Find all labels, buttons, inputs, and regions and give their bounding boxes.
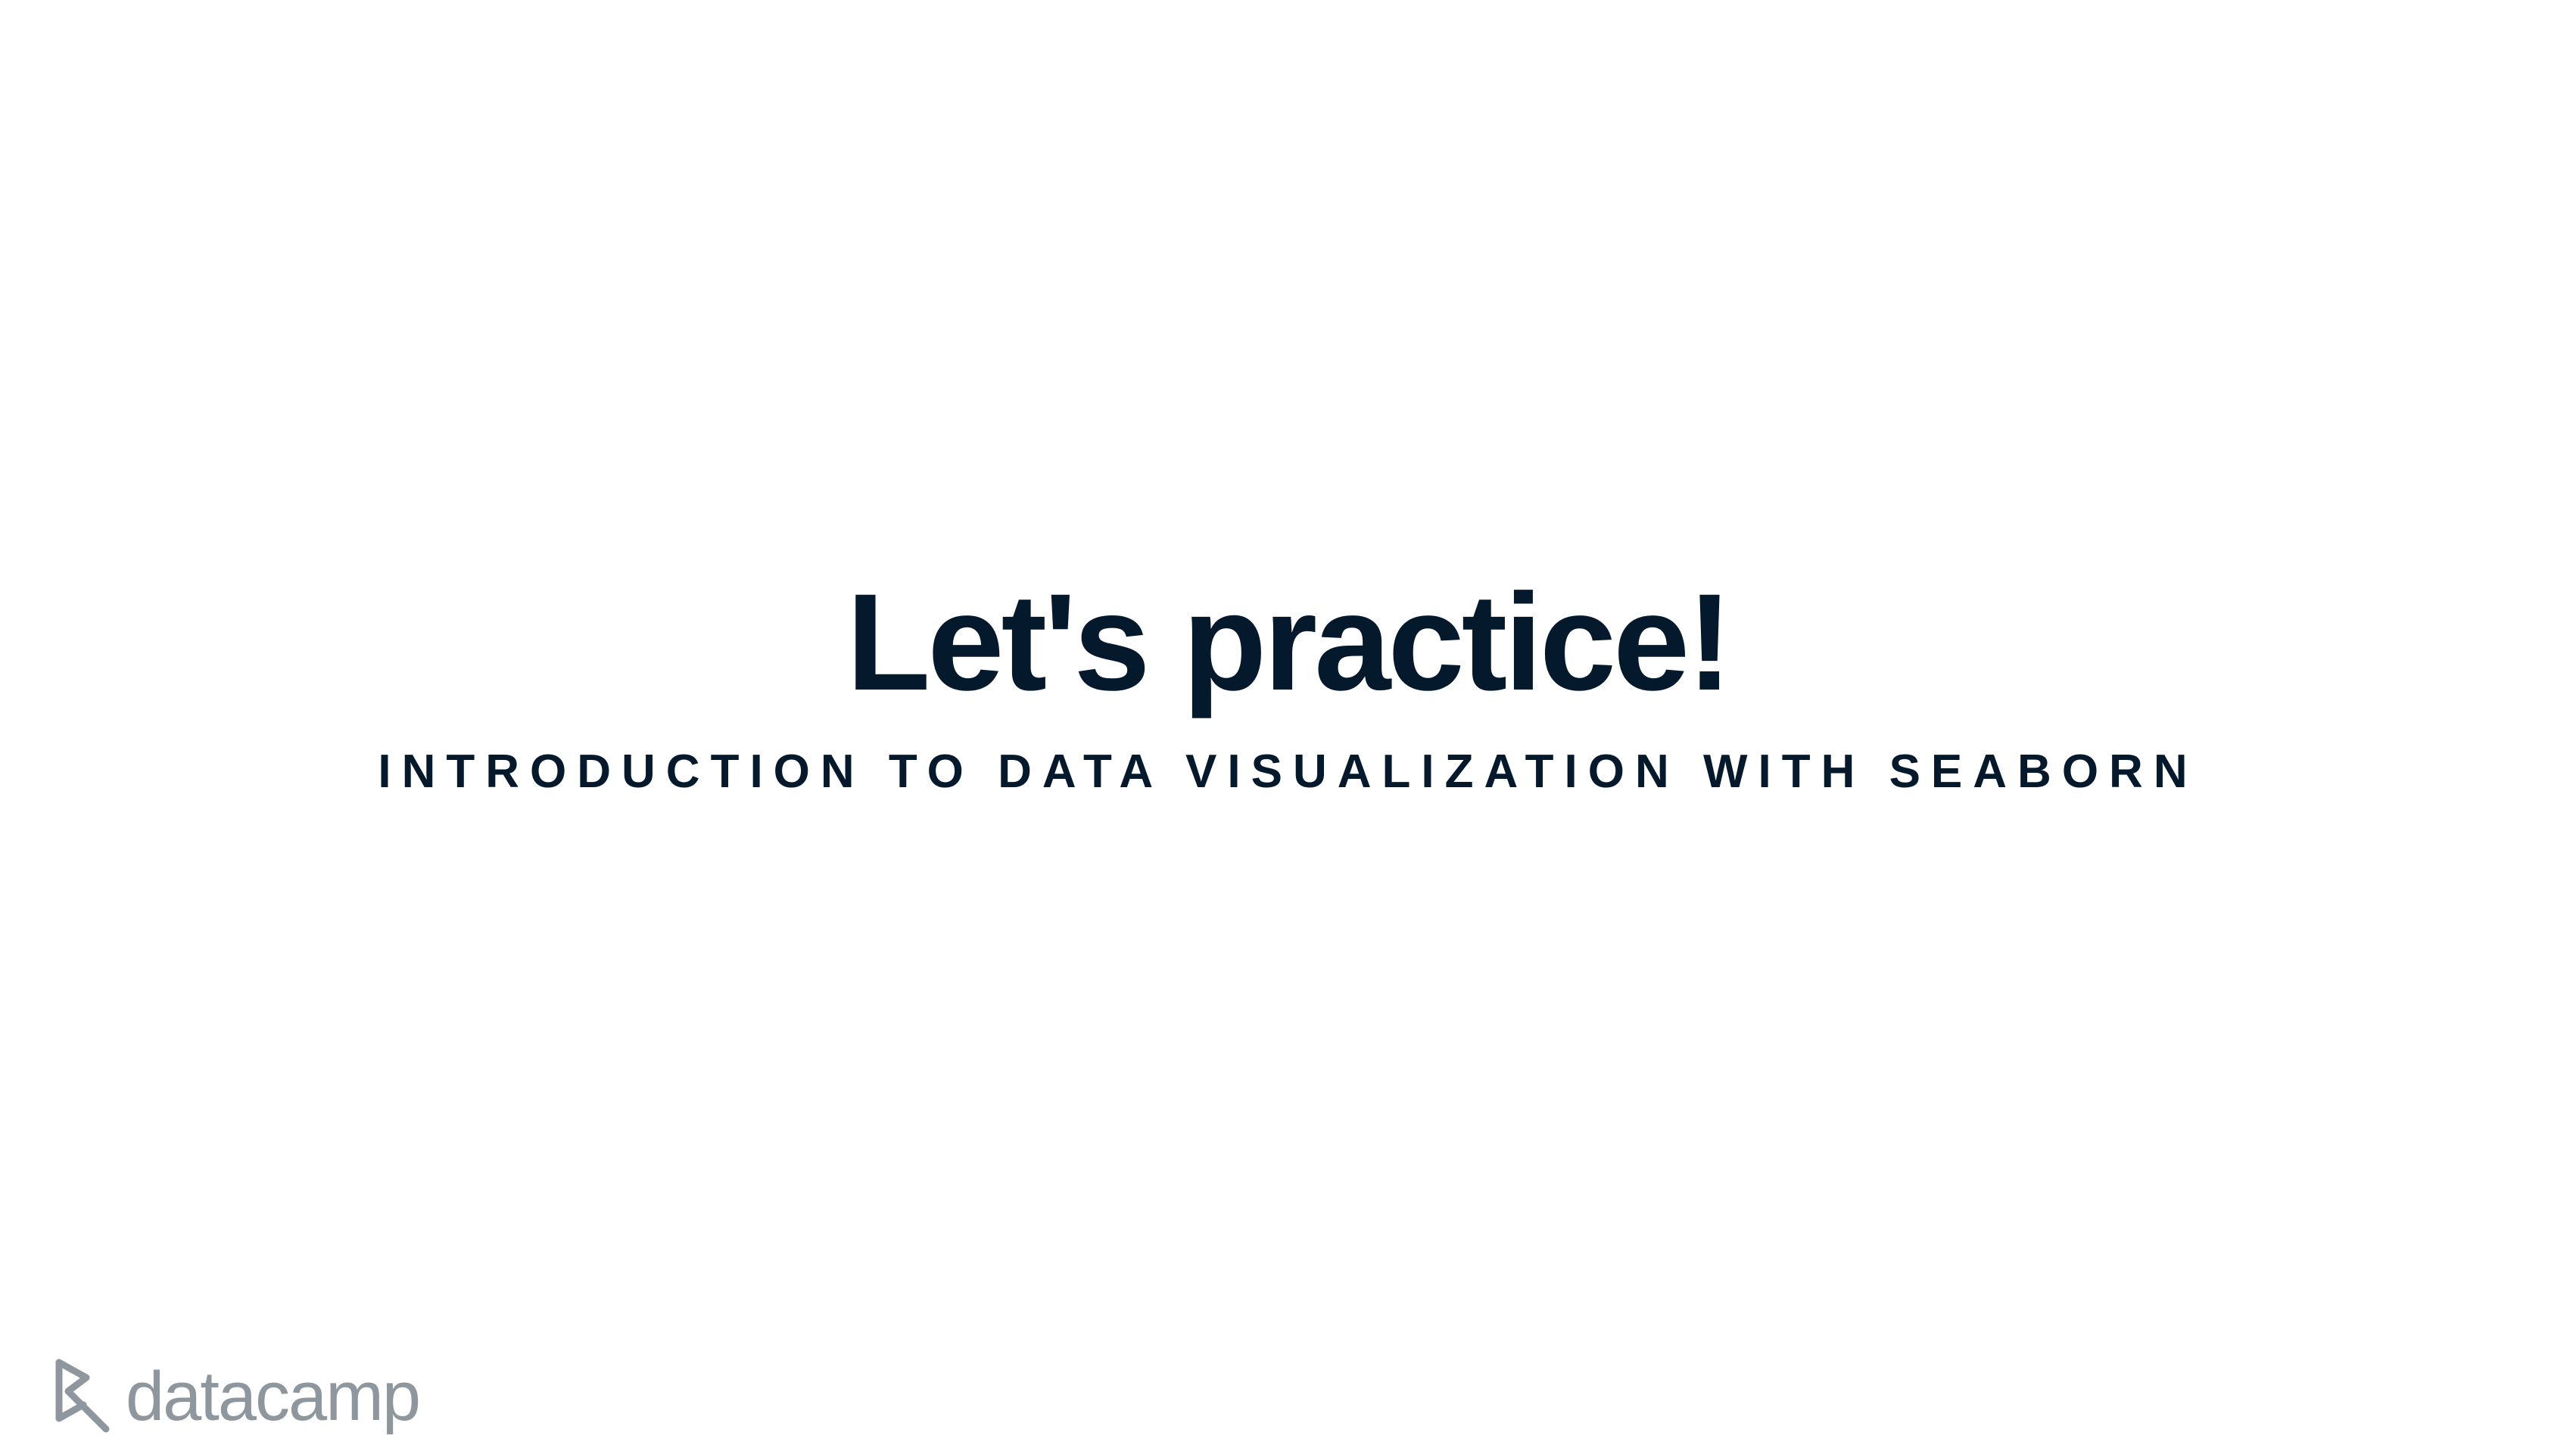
datacamp-logo: datacamp xyxy=(53,1355,421,1438)
slide: Let's practice! INTRODUCTION TO DATA VIS… xyxy=(0,0,2576,1451)
course-subtitle: INTRODUCTION TO DATA VISUALIZATION WITH … xyxy=(378,746,2198,798)
datacamp-logo-icon xyxy=(55,1359,110,1433)
slide-title: Let's practice! xyxy=(846,565,1733,719)
datacamp-wordmark: datacamp xyxy=(126,1358,421,1435)
